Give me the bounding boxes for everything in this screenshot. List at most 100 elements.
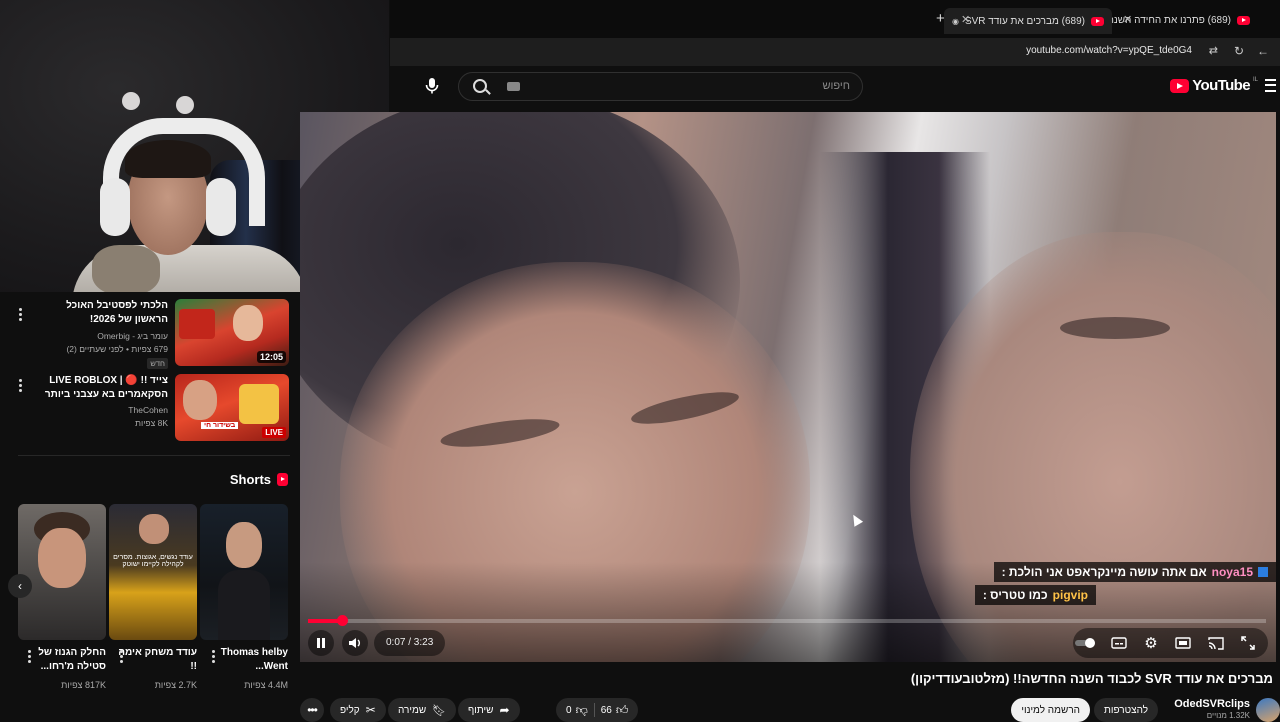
thumbnail-person (183, 380, 217, 420)
like-button[interactable]: 👍︎ 66 (601, 703, 629, 718)
channel-name[interactable]: עומר ביג - Omerbig (43, 331, 168, 341)
dislike-button[interactable]: 👎︎ 0 (566, 703, 588, 718)
join-button[interactable]: להצטרפות (1093, 698, 1158, 722)
autoplay-toggle[interactable] (1074, 630, 1096, 656)
reload-icon[interactable]: ↻ (1234, 44, 1244, 58)
more-actions-icon[interactable] (212, 650, 216, 663)
back-icon[interactable]: ← (1257, 44, 1269, 58)
video-player[interactable]: noya15 אם אתה עושה מיינקראפט אני הולכת :… (300, 112, 1276, 662)
headphone-cup (206, 178, 236, 236)
thumbnail-art (179, 309, 215, 339)
short-person (38, 528, 86, 588)
more-actions-button[interactable]: ••• (300, 698, 324, 722)
chat-username: noya15 (1211, 565, 1253, 579)
share-icon: ➦ (499, 703, 510, 717)
hamburger-menu-icon[interactable] (1265, 79, 1276, 92)
thumbnail-text: בשידור חי (201, 422, 239, 429)
join-label: להצטרפות (1103, 704, 1148, 716)
shorts-shelf-header: Shorts (230, 472, 288, 487)
tab-close-icon[interactable]: ✕ (1123, 13, 1132, 26)
shorts-title: Shorts (229, 472, 271, 487)
short-thumbnail[interactable] (200, 504, 288, 640)
audio-playing-icon: ◉ (951, 16, 959, 26)
keyboard-icon[interactable] (507, 82, 520, 91)
video-meta: 8K צפיות (135, 418, 168, 428)
microphone-icon (425, 78, 439, 94)
voice-search-button[interactable] (420, 74, 444, 98)
logo-country: IL (1252, 77, 1258, 83)
like-count: 66 (600, 704, 612, 716)
gear-icon: ⚙ (1144, 635, 1158, 652)
fullscreen-button[interactable] (1237, 630, 1259, 656)
search-icon[interactable] (473, 79, 487, 93)
browser-tab[interactable]: (689) פתרנו את החידה השנתית (1098, 9, 1250, 31)
share-label: שיתוף (468, 704, 494, 716)
channel-name[interactable]: TheCohen (43, 405, 168, 415)
subscribe-button[interactable]: הרשמה למינוי (1011, 698, 1090, 722)
video-thumbnail[interactable]: 12:05 (175, 299, 289, 366)
subscriber-count: 1.32K מנויים (1206, 711, 1250, 720)
clip-button[interactable]: ✂ קליפ (330, 698, 386, 722)
seek-bar[interactable] (308, 615, 1266, 626)
new-tab-icon[interactable]: + (936, 10, 945, 27)
more-actions-icon[interactable] (120, 650, 124, 663)
mute-button[interactable] (342, 630, 368, 656)
save-label: שמירה (398, 704, 427, 716)
channel-avatar[interactable] (1256, 698, 1280, 722)
tab-close-icon[interactable]: ✕ (961, 13, 970, 26)
youtube-favicon-icon (1237, 15, 1250, 25)
browser-address-bar: youtube.com/watch?v=ypQE_tde0G4 ← ↻ ⇄ (390, 38, 1280, 66)
recommendation-item[interactable]: 12:05 הלכתי לפסטיבל האוכל הראשון של 2026… (0, 299, 300, 371)
like-dislike-group: 👍︎ 66 👎︎ 0 (556, 698, 639, 722)
seek-bar-scrubber[interactable] (337, 615, 348, 626)
youtube-logo[interactable]: YouTube IL (1170, 77, 1258, 94)
video-title[interactable]: הלכתי לפסטיבל האוכל הראשון של 2026! (43, 299, 168, 327)
subscribe-label: הרשמה למינוי (1021, 704, 1080, 716)
bookmark-icon: 🔖︎ (432, 704, 447, 717)
miniplayer-button[interactable] (1172, 630, 1194, 656)
more-actions-icon[interactable] (19, 308, 23, 321)
video-title[interactable]: צייד !! 🔴 | LIVE ROBLOX הסקאמרים בא עצבנ… (43, 374, 168, 402)
short-views: 817K צפיות (61, 680, 106, 690)
autoplay-toggle-icon (1075, 638, 1095, 648)
clip-label: קליפ (340, 704, 360, 716)
channel-name[interactable]: OdedSVRclips (1174, 699, 1250, 710)
more-actions-icon[interactable] (28, 650, 32, 663)
scissors-icon: ✂ (365, 703, 376, 717)
thumbnail-person (233, 305, 263, 341)
pause-button[interactable] (308, 630, 334, 656)
site-settings-icon[interactable]: ⇄ (1209, 44, 1218, 57)
short-thumbnail[interactable] (18, 504, 106, 640)
search-placeholder: חיפוש (822, 80, 850, 92)
short-suit (218, 570, 270, 640)
share-button[interactable]: ➦ שיתוף (458, 698, 520, 722)
new-badge: חדש (147, 358, 168, 369)
youtube-favicon-icon (1091, 16, 1104, 26)
chat-text: כמו טטריס : (982, 588, 1048, 602)
search-input[interactable]: חיפוש (458, 72, 863, 101)
more-actions-icon[interactable] (19, 379, 23, 392)
thumbs-up-icon: 👍︎ (615, 702, 629, 717)
subtitles-button[interactable] (1108, 630, 1130, 656)
channel-info[interactable]: OdedSVRclips 1.32K מנויים (1174, 698, 1280, 722)
recommendation-item[interactable]: בשידור חי LIVE צייד !! 🔴 | LIVE ROBLOX ה… (0, 374, 300, 446)
short-person (139, 514, 169, 544)
dislike-count: 0 (566, 704, 572, 716)
short-views: 4.4M צפיות (244, 680, 288, 690)
short-caption: עודד נגשים, אגוצות. מסרים לקהילה לקיימו … (113, 554, 193, 568)
browser-tab-bar: (689) פתרנו את החידה השנתית ✕ (689) מברכ… (390, 0, 1280, 38)
shorts-icon (277, 473, 288, 486)
logo-text: YouTube (1192, 77, 1250, 94)
more-horizontal-icon: ••• (307, 703, 318, 717)
cast-button[interactable] (1205, 630, 1227, 656)
video-thumbnail[interactable]: בשידור חי LIVE (175, 374, 289, 441)
video-duration: 12:05 (256, 351, 286, 363)
save-button[interactable]: 🔖︎ שמירה (388, 698, 457, 722)
url-text[interactable]: youtube.com/watch?v=ypQE_tde0G4 (1026, 45, 1192, 56)
chat-message: pigvip כמו טטריס : (974, 585, 1096, 605)
short-person (226, 522, 262, 568)
settings-button[interactable]: ⚙ (1140, 630, 1162, 656)
short-thumbnail[interactable]: עודד נגשים, אגוצות. מסרים לקהילה לקיימו … (109, 504, 197, 640)
cast-icon (1208, 636, 1224, 650)
shorts-scroll-left-icon[interactable]: ‹ (8, 574, 32, 598)
